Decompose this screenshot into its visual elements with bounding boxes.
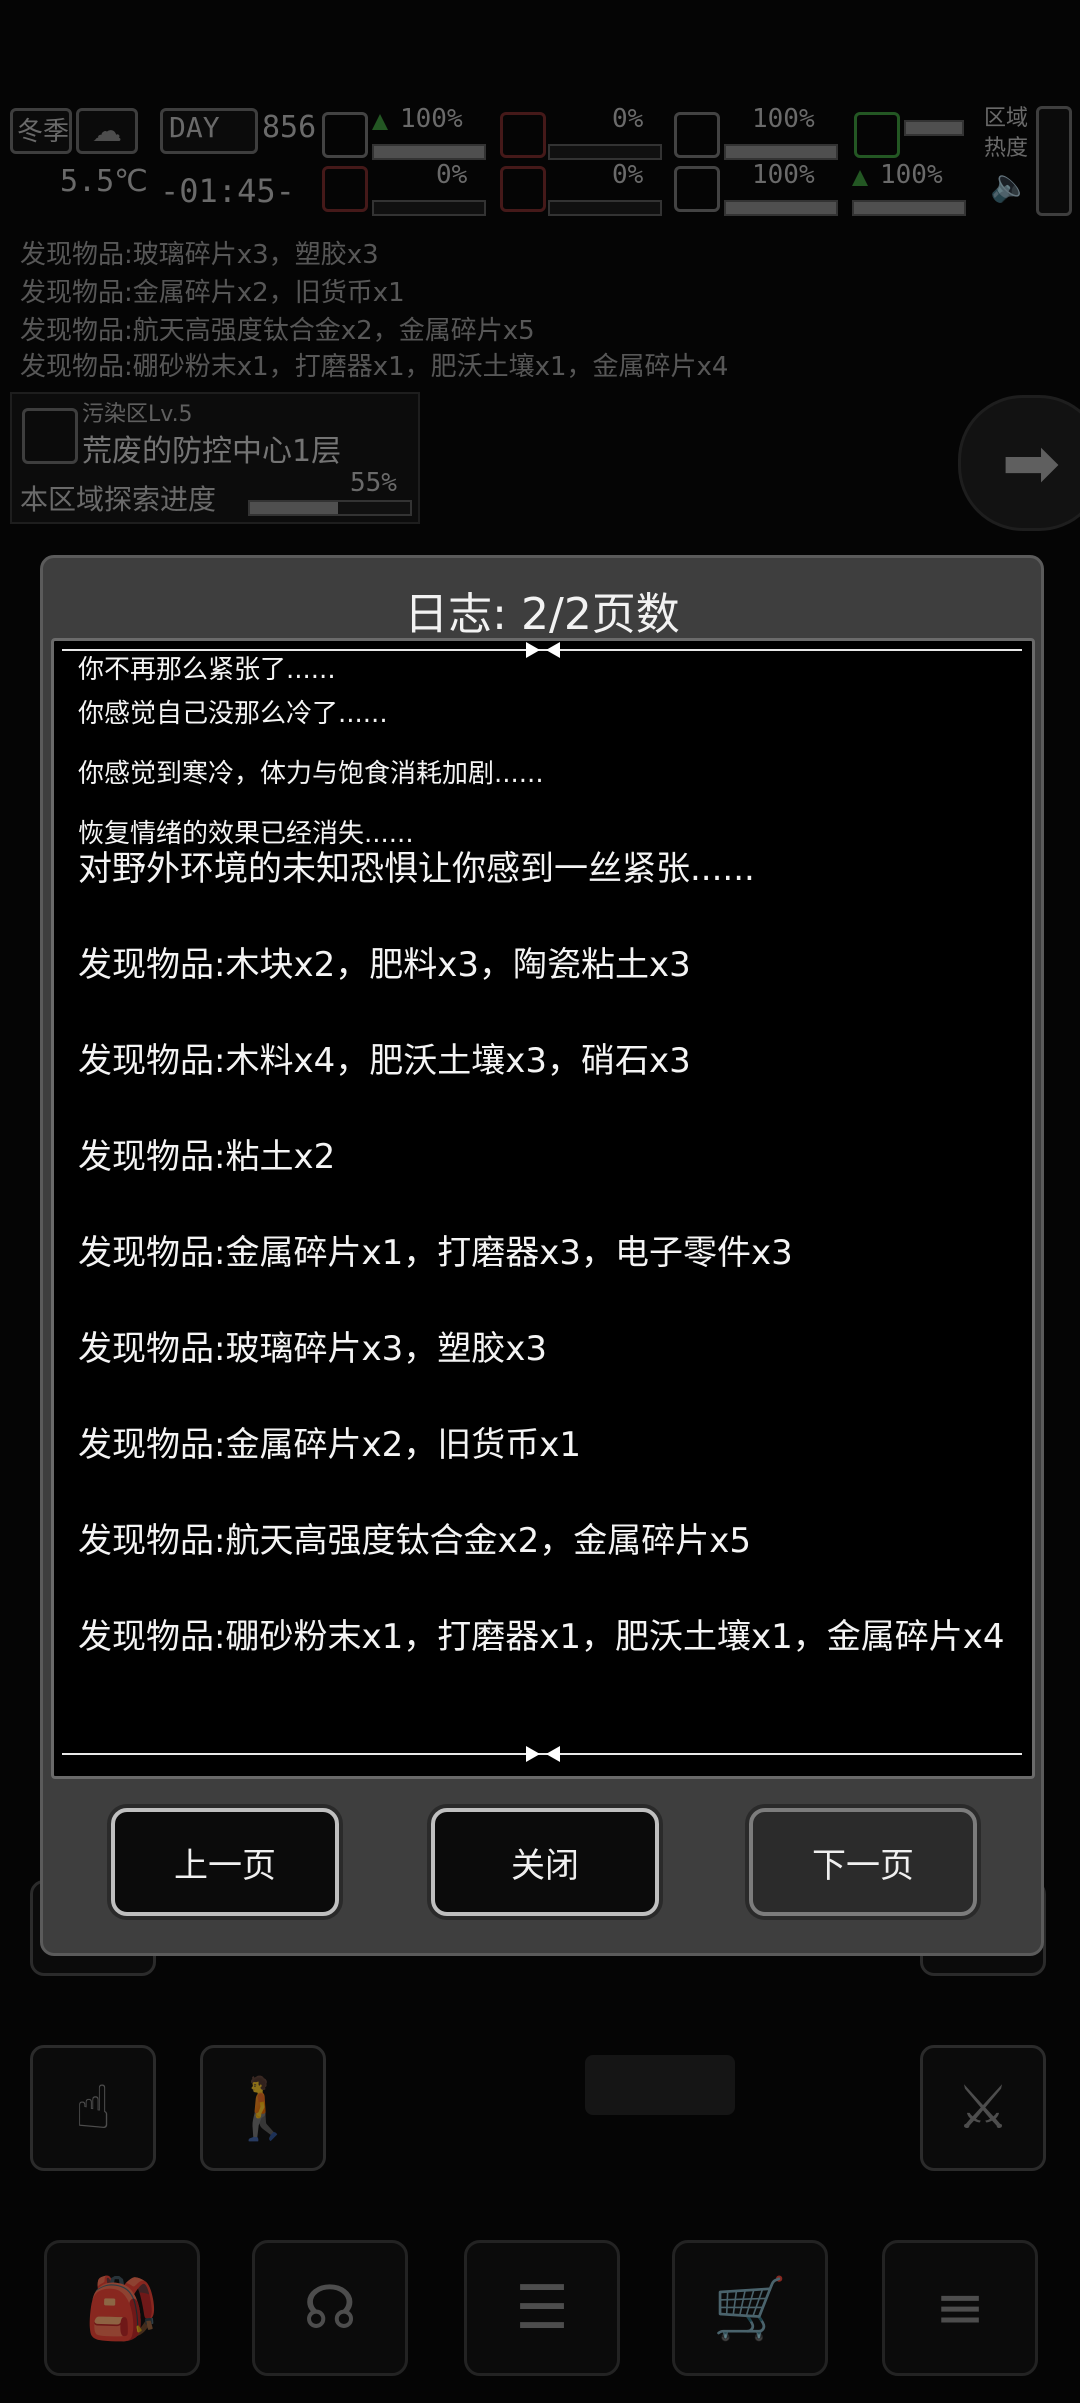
stat-mood-bar: [904, 120, 964, 136]
season-badge: 冬季: [10, 108, 72, 154]
speaker-icon[interactable]: 🔈: [990, 166, 1030, 204]
tab-shop[interactable]: 🛒: [672, 2240, 828, 2376]
tab-skills[interactable]: ☊: [252, 2240, 408, 2376]
log-entry: 发现物品:木块x2，肥料x3，陶瓷粘土x3: [78, 945, 691, 985]
log-entry: 发现物品:航天高强度钛合金x2，金属碎片x5: [78, 1521, 751, 1561]
injury-icon: [322, 166, 368, 212]
notebook-icon: ☰: [515, 2273, 569, 2343]
fighter-icon: ⚔: [956, 2073, 1010, 2143]
weather-icon: ☁: [76, 108, 138, 154]
status-hud: 冬季 ☁ 5.5℃ DAY 856 -01:45- 100% 0% 100% 0…: [0, 100, 1080, 220]
stat-blood-value: 0%: [612, 160, 644, 190]
bg-message: 发现物品:硼砂粉末x1，打磨器x1，肥沃土壤x1，金属碎片x4: [20, 352, 729, 382]
zone-heat-meter: [1036, 106, 1072, 216]
stomach-icon: [500, 112, 546, 158]
medkit-icon: [322, 112, 368, 158]
list-menu-icon: ≡: [934, 2273, 986, 2343]
log-entry: 你不再那么紧张了......: [78, 655, 336, 685]
log-entry: 发现物品:粘土x2: [78, 1137, 336, 1177]
walk-button[interactable]: 🚶: [200, 2045, 326, 2171]
log-entry: 发现物品:木料x4，肥沃土壤x3，硝石x3: [78, 1041, 691, 1081]
bg-message: 发现物品:航天高强度钛合金x2，金属碎片x5: [20, 316, 535, 346]
zone-heat-label-2: 热度: [984, 136, 1029, 161]
stat-injury-value: 0%: [436, 160, 468, 190]
hand-pointer-icon: ☝: [74, 2073, 112, 2143]
stat-stamina-bar: [724, 144, 838, 160]
exploration-progress-bar: [248, 500, 412, 516]
log-entry: 发现物品:硼砂粉末x1，打磨器x1，肥沃土壤x1，金属碎片x4: [78, 1617, 1005, 1657]
zone-level: 污染区Lv.5: [82, 402, 193, 427]
stat-health-bar: [372, 144, 486, 160]
stat-hunger-bar: [548, 144, 662, 160]
stat-stamina-value: 100%: [752, 104, 815, 134]
location-name: 荒废的防控中心1层: [82, 434, 342, 469]
stat-injury-bar: [372, 200, 486, 216]
stat-energy-value: 100%: [880, 160, 943, 190]
log-scroll-area[interactable]: 你不再那么紧张了...... 你感觉自己没那么冷了...... 你感觉到寒冷，体…: [51, 638, 1035, 1779]
area-info-panel: 污染区Lv.5 荒废的防控中心1层 本区域探索进度 55%: [10, 392, 420, 524]
building-icon: [22, 408, 78, 464]
day-badge: DAY: [160, 108, 258, 154]
close-button[interactable]: 关闭: [431, 1808, 659, 1916]
day-label: DAY: [169, 111, 220, 144]
tab-backpack[interactable]: 🎒: [44, 2240, 200, 2376]
tab-journal[interactable]: ☰: [464, 2240, 620, 2376]
zone-heat-label-1: 区域: [984, 106, 1029, 131]
next-area-arrow-button[interactable]: ➡: [958, 395, 1080, 531]
season-label: 冬季: [17, 117, 70, 147]
interact-button[interactable]: ☝: [30, 2045, 156, 2171]
day-number: 856: [262, 110, 317, 145]
log-dialog-title: 日志: 2/2页数: [404, 589, 680, 640]
stamina-icon: [674, 112, 720, 158]
bg-message: 发现物品:玻璃碎片x3，塑胶x3: [20, 240, 379, 270]
combat-button[interactable]: ⚔: [920, 2045, 1046, 2171]
heart-icon: [674, 166, 720, 212]
game-clock: -01:45-: [160, 172, 295, 210]
stat-heart-bar: [724, 200, 838, 216]
log-entry: 发现物品:金属碎片x2，旧货币x1: [78, 1425, 581, 1465]
log-dialog: 日志: 2/2页数 你不再那么紧张了...... 你感觉自己没那么冷了.....…: [40, 555, 1044, 1956]
scene-thumbnail: [585, 2055, 735, 2115]
stat-health-value: 100%: [400, 104, 463, 134]
stat-energy-bar: [852, 200, 966, 216]
tab-menu[interactable]: ≡: [882, 2240, 1038, 2376]
prev-page-button[interactable]: 上一页: [111, 1808, 339, 1916]
stat-heart-value: 100%: [752, 160, 815, 190]
arrow-right-icon: ➡: [1001, 422, 1061, 504]
log-entry: 对野外环境的未知恐惧让你感到一丝紧张......: [78, 849, 755, 889]
log-entry: 发现物品:玻璃碎片x3，塑胶x3: [78, 1329, 547, 1369]
log-entry: 发现物品:金属碎片x1，打磨器x3，电子零件x3: [78, 1233, 793, 1273]
exploration-progress-label: 本区域探索进度: [20, 483, 217, 516]
backpack-icon: 🎒: [84, 2273, 160, 2344]
blood-drop-icon: [500, 166, 546, 212]
next-page-button[interactable]: 下一页: [749, 1808, 977, 1916]
shopping-cart-icon: 🛒: [712, 2273, 788, 2344]
bottom-divider: [62, 1746, 1022, 1762]
log-entry: 你感觉自己没那么冷了......: [78, 699, 388, 729]
temperature-readout: 5.5℃: [60, 164, 148, 199]
stat-blood-bar: [548, 200, 662, 216]
mood-icon: [854, 112, 900, 158]
stat-hunger-value: 0%: [612, 104, 644, 134]
log-entry: 你感觉到寒冷，体力与饱食消耗加剧......: [78, 759, 544, 789]
brain-icon: ☊: [303, 2273, 357, 2343]
exploration-progress-value: 55%: [350, 468, 397, 498]
bg-message: 发现物品:金属碎片x2，旧货币x1: [20, 278, 405, 308]
walking-person-icon: 🚶: [225, 2073, 301, 2144]
